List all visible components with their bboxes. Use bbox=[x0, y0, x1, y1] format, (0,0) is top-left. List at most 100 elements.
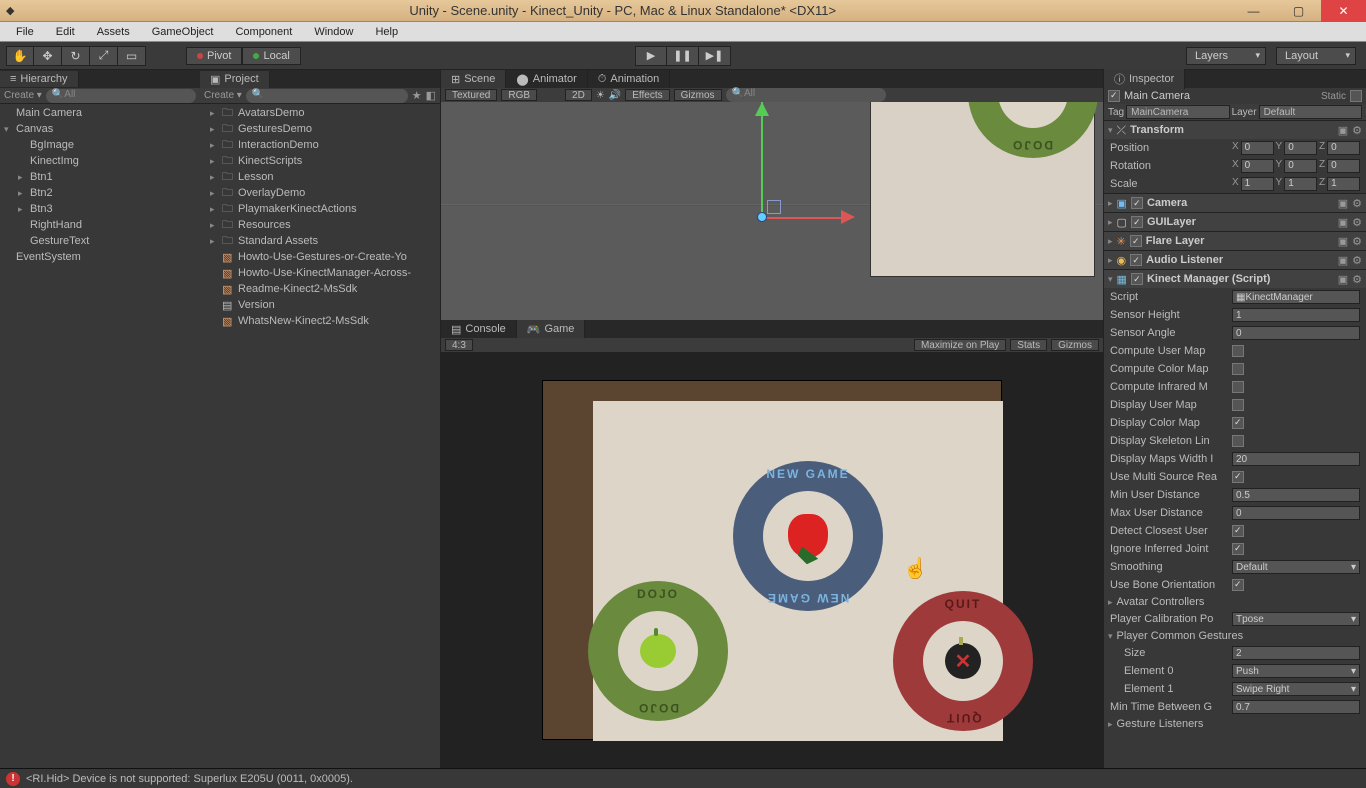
hierarchy-item[interactable]: KinectImg bbox=[0, 153, 200, 169]
audio-icon[interactable]: 🔊 bbox=[609, 90, 621, 101]
hierarchy-create[interactable]: Create ▾ bbox=[4, 90, 42, 101]
status-message[interactable]: <RI.Hid> Device is not supported: Superl… bbox=[26, 773, 353, 785]
menu-edit[interactable]: Edit bbox=[46, 24, 85, 40]
script-checkbox[interactable] bbox=[1232, 579, 1244, 591]
script-checkbox[interactable] bbox=[1232, 525, 1244, 537]
gizmos-dropdown[interactable]: Gizmos bbox=[674, 89, 722, 101]
hierarchy-item[interactable]: ▸Btn1 bbox=[0, 169, 200, 185]
project-item[interactable]: ▧Howto-Use-Gestures-or-Create-Yo bbox=[200, 249, 440, 265]
component-header[interactable]: ▸✳✓Flare Layer▣⚙ bbox=[1104, 232, 1366, 250]
script-checkbox[interactable] bbox=[1232, 543, 1244, 555]
tool-rect[interactable]: ▭ bbox=[118, 46, 146, 66]
space-toggle[interactable]: Local bbox=[242, 47, 300, 65]
step-button[interactable]: ▶❚ bbox=[699, 46, 731, 66]
script-checkbox[interactable] bbox=[1232, 363, 1244, 375]
help-icon[interactable]: ▣ bbox=[1338, 124, 1348, 137]
menu-component[interactable]: Component bbox=[225, 24, 302, 40]
menu-gameobject[interactable]: GameObject bbox=[142, 24, 224, 40]
help-icon[interactable]: ▣ bbox=[1338, 273, 1348, 286]
animator-tab[interactable]: ⬤Animator bbox=[506, 70, 587, 88]
layout-dropdown[interactable]: Layout bbox=[1276, 47, 1356, 65]
rot-x[interactable]: 0 bbox=[1241, 159, 1274, 173]
close-button[interactable]: ✕ bbox=[1321, 0, 1366, 22]
stats-toggle[interactable]: Stats bbox=[1010, 339, 1047, 351]
menu-help[interactable]: Help bbox=[365, 24, 408, 40]
gesture-el0[interactable]: Push▾ bbox=[1232, 664, 1360, 678]
script-checkbox[interactable] bbox=[1232, 399, 1244, 411]
layer-dropdown[interactable]: Default bbox=[1259, 105, 1362, 119]
calibration-dropdown[interactable]: Tpose▾ bbox=[1232, 612, 1360, 626]
project-item[interactable]: ▸🗀AvatarsDemo bbox=[200, 105, 440, 121]
tag-dropdown[interactable]: MainCamera bbox=[1126, 105, 1229, 119]
menu-assets[interactable]: Assets bbox=[87, 24, 140, 40]
script-checkbox[interactable] bbox=[1232, 417, 1244, 429]
hierarchy-search[interactable]: 🔍All bbox=[46, 89, 196, 103]
gesture-el1[interactable]: Swipe Right▾ bbox=[1232, 682, 1360, 696]
component-header[interactable]: ▸▣✓Camera▣⚙ bbox=[1104, 194, 1366, 212]
gear-icon[interactable]: ⚙ bbox=[1352, 273, 1362, 286]
inspector-tab[interactable]: ⓘInspector bbox=[1104, 69, 1185, 89]
hierarchy-item[interactable]: Main Camera bbox=[0, 105, 200, 121]
pause-button[interactable]: ❚❚ bbox=[667, 46, 699, 66]
mintime-field[interactable]: 0.7 bbox=[1232, 700, 1360, 714]
project-favorites-icon[interactable]: ★ bbox=[412, 89, 422, 102]
animation-tab[interactable]: ⏱Animation bbox=[588, 70, 671, 88]
project-item[interactable]: ▸🗀Standard Assets bbox=[200, 233, 440, 249]
pos-x[interactable]: 0 bbox=[1241, 141, 1274, 155]
hierarchy-item[interactable]: BgImage bbox=[0, 137, 200, 153]
hierarchy-tab[interactable]: ≡Hierarchy bbox=[0, 71, 79, 87]
project-create[interactable]: Create ▾ bbox=[204, 90, 242, 101]
project-item[interactable]: ▸🗀InteractionDemo bbox=[200, 137, 440, 153]
effects-dropdown[interactable]: Effects bbox=[625, 89, 669, 101]
script-field[interactable]: 0.5 bbox=[1232, 488, 1360, 502]
menu-window[interactable]: Window bbox=[304, 24, 363, 40]
scene-tab[interactable]: ⊞Scene bbox=[441, 70, 506, 88]
script-checkbox[interactable] bbox=[1232, 471, 1244, 483]
script-field[interactable]: 20 bbox=[1232, 452, 1360, 466]
project-item[interactable]: ▤Version bbox=[200, 297, 440, 313]
static-checkbox[interactable] bbox=[1350, 90, 1362, 102]
component-header[interactable]: ▸◉✓Audio Listener▣⚙ bbox=[1104, 251, 1366, 269]
project-item[interactable]: ▸🗀KinectScripts bbox=[200, 153, 440, 169]
tool-hand[interactable]: ✋ bbox=[6, 46, 34, 66]
game-view[interactable]: NEW GAME NEW GAME DOJO DOJO bbox=[441, 352, 1103, 768]
tool-move[interactable]: ✥ bbox=[34, 46, 62, 66]
hierarchy-item[interactable]: ▸Btn3 bbox=[0, 201, 200, 217]
script-checkbox[interactable] bbox=[1232, 381, 1244, 393]
project-item[interactable]: ▧Readme-Kinect2-MsSdk bbox=[200, 281, 440, 297]
hierarchy-item[interactable]: EventSystem bbox=[0, 249, 200, 265]
rgb-dropdown[interactable]: RGB bbox=[501, 89, 537, 101]
scene-search[interactable]: 🔍All bbox=[726, 88, 886, 102]
project-item[interactable]: ▸🗀Resources bbox=[200, 217, 440, 233]
project-item[interactable]: ▸🗀PlaymakerKinectActions bbox=[200, 201, 440, 217]
error-icon[interactable]: ! bbox=[6, 772, 20, 786]
pos-y[interactable]: 0 bbox=[1284, 141, 1317, 155]
light-icon[interactable]: ☀ bbox=[596, 90, 605, 101]
script-field[interactable]: 0 bbox=[1232, 506, 1360, 520]
scale-z[interactable]: 1 bbox=[1327, 177, 1360, 191]
project-item[interactable]: ▧WhatsNew-Kinect2-MsSdk bbox=[200, 313, 440, 329]
gameobject-name[interactable]: Main Camera bbox=[1124, 90, 1317, 102]
rot-z[interactable]: 0 bbox=[1327, 159, 1360, 173]
pivot-toggle[interactable]: Pivot bbox=[186, 47, 242, 65]
script-field[interactable]: 0 bbox=[1232, 326, 1360, 340]
layers-dropdown[interactable]: Layers bbox=[1186, 47, 1266, 65]
scale-y[interactable]: 1 bbox=[1284, 177, 1317, 191]
script-field[interactable]: ▦ KinectManager bbox=[1232, 290, 1360, 304]
rot-y[interactable]: 0 bbox=[1284, 159, 1317, 173]
project-item[interactable]: ▧Howto-Use-KinectManager-Across- bbox=[200, 265, 440, 281]
pos-z[interactable]: 0 bbox=[1327, 141, 1360, 155]
hierarchy-item[interactable]: RightHand bbox=[0, 217, 200, 233]
gear-icon[interactable]: ⚙ bbox=[1352, 124, 1362, 137]
scale-x[interactable]: 1 bbox=[1241, 177, 1274, 191]
scene-view[interactable]: DOJO bbox=[441, 102, 1103, 320]
game-tab[interactable]: 🎮Game bbox=[517, 320, 586, 338]
tool-scale[interactable]: ⤢ bbox=[90, 46, 118, 66]
hierarchy-item[interactable]: GestureText bbox=[0, 233, 200, 249]
play-button[interactable]: ▶ bbox=[635, 46, 667, 66]
aspect-dropdown[interactable]: 4:3 bbox=[445, 339, 473, 351]
tool-rotate[interactable]: ↻ bbox=[62, 46, 90, 66]
project-search[interactable]: 🔍 bbox=[246, 89, 408, 103]
gestures-size[interactable]: 2 bbox=[1232, 646, 1360, 660]
script-field[interactable]: 1 bbox=[1232, 308, 1360, 322]
